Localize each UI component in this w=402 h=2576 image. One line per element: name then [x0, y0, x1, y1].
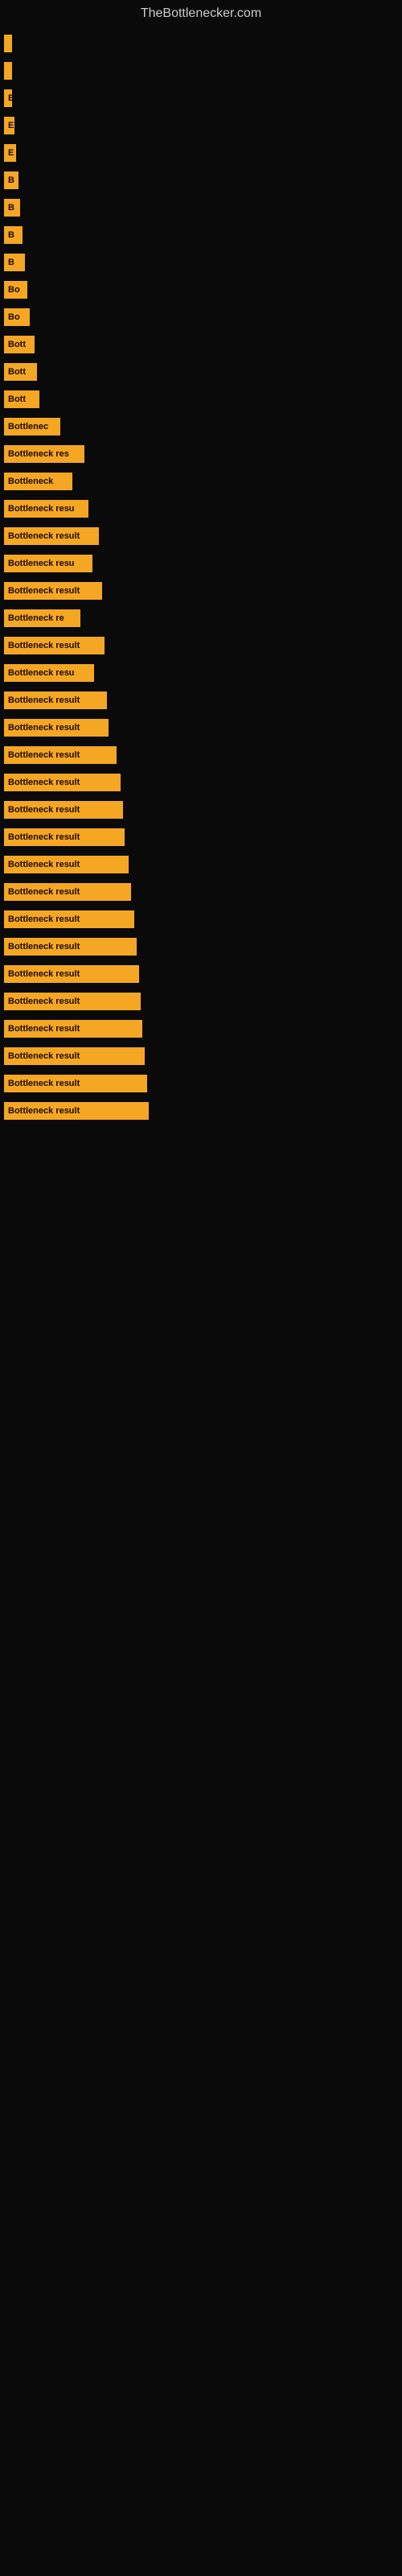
bar-label: Bottleneck result	[4, 774, 121, 791]
bar-label: Bottlenec	[4, 418, 60, 436]
bar-row	[4, 60, 394, 82]
bar-row: Bottleneck result	[4, 771, 394, 794]
bar-row: Bottleneck result	[4, 935, 394, 958]
bar-row: Bottleneck result	[4, 744, 394, 766]
bar-label: E	[4, 117, 14, 134]
bar-label: Bottleneck result	[4, 746, 117, 764]
bar-row: Bottleneck result	[4, 853, 394, 876]
bar-row: B	[4, 251, 394, 274]
bar-label: Bo	[4, 308, 30, 326]
bar-row: Bottleneck result	[4, 908, 394, 931]
bar-row: Bottleneck result	[4, 1045, 394, 1067]
bar-row: Bottleneck result	[4, 990, 394, 1013]
bar-label: Bottleneck result	[4, 1047, 145, 1065]
bar-label: Bottleneck result	[4, 910, 134, 928]
site-title: TheBottlenecker.com	[0, 0, 402, 24]
bar-label: Bottleneck result	[4, 801, 123, 819]
bar-row: E	[4, 142, 394, 164]
bar-row: Bottleneck re	[4, 607, 394, 630]
bar-row	[4, 32, 394, 55]
bar-row: B	[4, 169, 394, 192]
bar-row: Bottleneck result	[4, 881, 394, 903]
bar-label: Bottleneck resu	[4, 555, 92, 572]
bar-label: E	[4, 89, 12, 107]
bar-label: Bott	[4, 363, 37, 381]
bar-row: Bottleneck result	[4, 1100, 394, 1122]
bar-row: Bottleneck resu	[4, 552, 394, 575]
bar-label: Bottleneck result	[4, 965, 139, 983]
bar-label: B	[4, 254, 25, 271]
bar-row: Bottleneck res	[4, 443, 394, 465]
bar-label: Bottleneck result	[4, 637, 105, 654]
bar-label: Bottleneck result	[4, 856, 129, 873]
bar-label: Bott	[4, 336, 35, 353]
bars-container: EEEBBBBBoBoBottBottBottBottlenecBottlene…	[0, 24, 402, 1135]
bar-label: Bottleneck result	[4, 582, 102, 600]
bar-row: Bo	[4, 279, 394, 301]
bar-row: E	[4, 114, 394, 137]
bar-row: Bottleneck result	[4, 716, 394, 739]
bar-label	[4, 35, 12, 52]
bar-label: Bottleneck result	[4, 938, 137, 956]
bar-row: Bottleneck	[4, 470, 394, 493]
bar-label: Bottleneck result	[4, 1102, 149, 1120]
bar-row: E	[4, 87, 394, 109]
bar-row: Bottleneck result	[4, 689, 394, 712]
bar-row: Bottleneck result	[4, 580, 394, 602]
bar-label: B	[4, 226, 23, 244]
bar-label: Bo	[4, 281, 27, 299]
bar-row: Bottlenec	[4, 415, 394, 438]
bar-label: Bottleneck result	[4, 1020, 142, 1038]
bar-label: Bottleneck result	[4, 691, 107, 709]
bar-row: Bottleneck result	[4, 826, 394, 848]
bar-row: Bottleneck result	[4, 634, 394, 657]
bar-label: B	[4, 199, 20, 217]
bar-label: Bottleneck result	[4, 527, 99, 545]
bar-label: Bottleneck resu	[4, 500, 88, 518]
bar-label: Bottleneck result	[4, 993, 141, 1010]
bar-row: Bott	[4, 388, 394, 411]
bar-label: Bottleneck res	[4, 445, 84, 463]
bar-row: Bottleneck result	[4, 1018, 394, 1040]
bar-label: Bottleneck result	[4, 719, 109, 737]
bar-row: Bottleneck result	[4, 799, 394, 821]
bar-row: Bottleneck result	[4, 963, 394, 985]
bar-row: B	[4, 196, 394, 219]
bar-row: Bottleneck result	[4, 1072, 394, 1095]
bar-row: Bott	[4, 361, 394, 383]
bar-label: B	[4, 171, 18, 189]
bar-label: Bottleneck result	[4, 883, 131, 901]
bar-row: B	[4, 224, 394, 246]
bar-label: Bott	[4, 390, 39, 408]
bar-label: E	[4, 144, 16, 162]
bar-row: Bottleneck resu	[4, 662, 394, 684]
bar-label: Bottleneck	[4, 473, 72, 490]
bar-row: Bottleneck resu	[4, 497, 394, 520]
bar-label: Bottleneck re	[4, 609, 80, 627]
bar-label: Bottleneck resu	[4, 664, 94, 682]
bar-row: Bottleneck result	[4, 525, 394, 547]
bar-row: Bo	[4, 306, 394, 328]
bar-row: Bott	[4, 333, 394, 356]
bar-label: Bottleneck result	[4, 1075, 147, 1092]
bar-label	[4, 62, 12, 80]
bar-label: Bottleneck result	[4, 828, 125, 846]
